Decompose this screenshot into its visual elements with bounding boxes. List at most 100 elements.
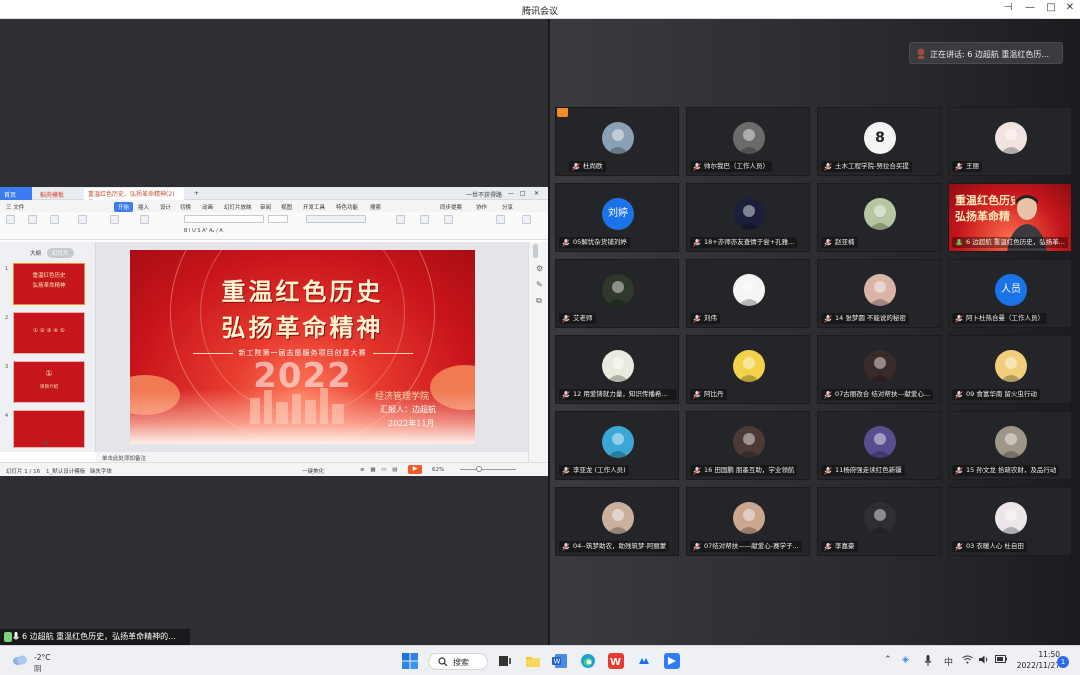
participant-tile[interactable]: 帅尔我巴（工作人员）: [686, 107, 810, 176]
participant-tile[interactable]: 04--筑梦助农，助残筑梦-阿丽蒙: [555, 487, 679, 556]
style-icon[interactable]: ⚙: [536, 264, 543, 273]
weather-widget[interactable]: -2°C 阴: [12, 651, 62, 673]
find-icon[interactable]: [522, 215, 531, 224]
wps-tab-docer[interactable]: 稻壳模板: [36, 189, 68, 200]
view-mode-icons[interactable]: ≡ ▦ ▭ ▤: [360, 467, 399, 473]
wps-user[interactable]: 一世不获得路: [462, 189, 506, 200]
close-button[interactable]: ✕: [1060, 2, 1080, 13]
paste-icon[interactable]: [28, 215, 37, 224]
participant-tile[interactable]: 刘伟: [686, 259, 810, 328]
ribbon-tab-file[interactable]: 三 文件: [6, 203, 24, 211]
current-slide[interactable]: 重温红色历史 弘扬革命精神 新工院第一届志愿服务项目创意大赛 2022 经济管理…: [130, 250, 475, 444]
participant-tile[interactable]: 8 土木工程学院-努拉合买提: [817, 107, 941, 176]
wps-max-icon[interactable]: □: [516, 189, 530, 198]
zoom-slider[interactable]: [460, 469, 516, 470]
backup-icon[interactable]: ⧉: [536, 296, 542, 306]
taskbar-search[interactable]: 搜索: [428, 653, 488, 670]
wps-tab-home[interactable]: 首页: [0, 187, 32, 200]
participant-tile[interactable]: 16 田国鹏 朋墨互助，学业领航: [686, 411, 810, 480]
shape-icon[interactable]: [420, 215, 429, 224]
new-tab-button[interactable]: +: [190, 189, 203, 198]
ribbon-tab-special[interactable]: 特色功能: [336, 203, 358, 211]
ribbon-tab-home[interactable]: 开始: [114, 201, 134, 212]
participant-tile[interactable]: 15 孙文龙 拾疏农财，及品行动: [948, 411, 1072, 480]
notification-badge[interactable]: 1: [1057, 656, 1069, 668]
tencent-meeting-icon[interactable]: [636, 653, 652, 669]
participant-tile[interactable]: 07古丽孜合 结对帮扶---献爱心...: [817, 335, 941, 404]
participant-tile[interactable]: 09 食富华南 留火虫行动: [948, 335, 1072, 404]
participant-tile[interactable]: 阿比丹: [686, 335, 810, 404]
ribbon-tab-review[interactable]: 审阅: [260, 203, 271, 211]
notes-bar[interactable]: 单击此处添加备注: [96, 452, 528, 462]
participant-tile[interactable]: 李亚龙 (工作人员): [555, 411, 679, 480]
participant-tile[interactable]: 03 衣暖人心 杜自田: [948, 487, 1072, 556]
wifi-icon[interactable]: [962, 655, 973, 667]
slide-thumb-1[interactable]: 重温红色历史 弘扬革命精神: [13, 263, 85, 305]
font-size-select[interactable]: [268, 215, 288, 223]
new-slide-icon[interactable]: [6, 215, 15, 224]
layout-icon[interactable]: [140, 215, 149, 224]
new-slide-button-icon[interactable]: [110, 215, 119, 224]
ribbon-tab-animation[interactable]: 动画: [202, 203, 213, 211]
paragraph-tools[interactable]: [306, 215, 366, 223]
ribbon-share[interactable]: 分享: [502, 203, 513, 211]
ribbon-sync[interactable]: 同步提案: [440, 203, 462, 211]
arrange-icon[interactable]: [444, 215, 453, 224]
format-painter-icon[interactable]: [50, 215, 59, 224]
panel-tab-outline[interactable]: 大纲: [25, 248, 46, 258]
add-slide-icon[interactable]: +: [42, 438, 50, 449]
ribbon-tab-search[interactable]: 搜索: [370, 203, 381, 211]
participant-tile[interactable]: 07结对帮扶——献爱心-赛学子...: [686, 487, 810, 556]
ribbon-collab[interactable]: 协作: [476, 203, 487, 211]
speaker-icon[interactable]: [979, 655, 990, 667]
participant-tile[interactable]: 12 用爱铸就力量，知识传播希望...: [555, 335, 679, 404]
ribbon-tab-developer[interactable]: 开发工具: [303, 203, 325, 211]
participant-tile[interactable]: 艾老师: [555, 259, 679, 328]
maximize-button[interactable]: □: [1041, 2, 1061, 13]
tray-app-icon[interactable]: ◈: [902, 655, 909, 665]
task-view-icon[interactable]: [497, 653, 513, 669]
ime-indicator[interactable]: 中: [944, 655, 953, 668]
ribbon-tab-view[interactable]: 视图: [281, 203, 292, 211]
ribbon-tab-transition[interactable]: 切换: [180, 203, 191, 211]
font-style-buttons[interactable]: B I U S A² A₂ ∕ A: [184, 228, 223, 234]
word-icon[interactable]: W: [552, 653, 568, 669]
participant-tile[interactable]: 王丽: [948, 107, 1072, 176]
participant-tile[interactable]: 14 张梦圆 不能说的秘密: [817, 259, 941, 328]
minimize-button[interactable]: —: [1020, 2, 1040, 13]
panel-tab-slides[interactable]: 幻灯片: [47, 248, 74, 258]
wps-icon[interactable]: W: [608, 653, 624, 669]
participant-tile[interactable]: 11杨府强走读红色新疆: [817, 411, 941, 480]
file-explorer-icon[interactable]: [525, 653, 541, 669]
start-from-current-icon[interactable]: [78, 215, 87, 224]
status-missing-font[interactable]: 缺失字体: [90, 467, 112, 475]
scrollbar-thumb[interactable]: [533, 244, 538, 258]
split-divider[interactable]: [548, 19, 550, 645]
ribbon-tab-slideshow[interactable]: 幻灯片放映: [224, 203, 252, 211]
participant-tile[interactable]: 刘婷 05解忧杂货铺刘婷: [555, 183, 679, 252]
pin-icon[interactable]: ⊣: [998, 2, 1018, 13]
participant-tile[interactable]: 赵亚楠: [817, 183, 941, 252]
battery-icon[interactable]: [995, 655, 1007, 666]
ribbon-tab-design[interactable]: 设计: [160, 203, 171, 211]
participant-tile[interactable]: 重温红色历史弘扬革命精神 6 边超航 重温红色历史，弘扬革...: [948, 183, 1072, 252]
zoom-slider-handle[interactable]: [476, 466, 482, 472]
slide-thumb-2[interactable]: ① ② ③ ④ ⑤: [13, 312, 85, 354]
property-icon[interactable]: ✎: [536, 280, 543, 289]
chevron-up-icon[interactable]: ⌃: [884, 655, 892, 665]
lark-icon[interactable]: [664, 653, 680, 669]
start-icon[interactable]: [402, 653, 418, 669]
mic-tray-icon[interactable]: [924, 655, 932, 669]
participant-tile[interactable]: 李嘉豪: [817, 487, 941, 556]
textbox-icon[interactable]: [396, 215, 405, 224]
status-beautify[interactable]: 一键美化: [302, 467, 324, 475]
participant-tile[interactable]: 杜尚欧: [555, 107, 679, 176]
slide-thumb-3[interactable]: ① 项目介绍: [13, 361, 85, 403]
wps-tab-document[interactable]: 重温红色历史、弘扬革命精神(2) ◎: [84, 188, 184, 205]
taskbar-clock[interactable]: 11:50 2022/11/27: [1010, 649, 1060, 671]
ribbon-tab-insert[interactable]: 插入: [138, 203, 149, 211]
participant-tile[interactable]: 18+亦师亦友查情于尝+孔雅...: [686, 183, 810, 252]
play-slideshow-button[interactable]: ▶: [408, 465, 422, 474]
edge-icon[interactable]: [580, 653, 596, 669]
wps-close-icon[interactable]: ✕: [530, 189, 543, 198]
